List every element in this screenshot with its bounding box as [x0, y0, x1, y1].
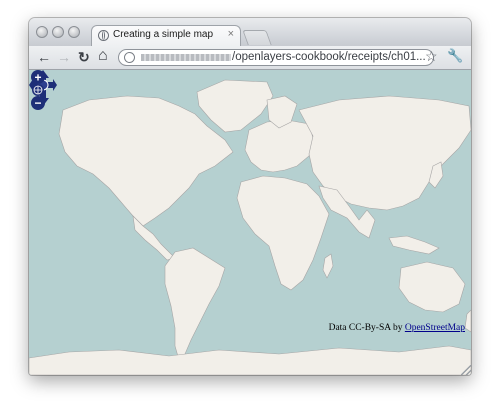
tab-title: Creating a simple map [113, 29, 214, 40]
wrench-icon[interactable]: 🔧 [447, 48, 463, 64]
url-text: /openlayers-cookbook/receipts/ch01... [232, 51, 426, 63]
madagascar [322, 253, 334, 279]
new-zealand [464, 309, 471, 333]
toolbar: ← → ↻ ⌂ /openlayers-cookbook/receipts/ch… [29, 46, 471, 70]
page-globe-icon [124, 52, 135, 63]
map-attribution: Data CC-By-SA by OpenStreetMap [329, 323, 465, 333]
zoom-window-button[interactable] [68, 26, 80, 38]
blurred-host [141, 54, 231, 61]
central-america [132, 215, 176, 261]
browser-window: Creating a simple map × ← → ↻ ⌂ /openlay… [29, 18, 471, 375]
map-viewport[interactable]: + − Data CC-By-SA by OpenStreetMap [29, 70, 471, 375]
tab-creating-a-simple-map[interactable]: Creating a simple map × [91, 25, 241, 46]
reload-icon[interactable]: ↻ [78, 50, 90, 64]
forward-icon[interactable]: → [57, 50, 71, 64]
indonesia [388, 235, 440, 255]
openstreetmap-link[interactable]: OpenStreetMap [405, 323, 465, 333]
antarctica [29, 345, 471, 375]
zoom-in-label: + [34, 71, 41, 85]
zoom-out-label: − [34, 96, 41, 110]
new-tab-button[interactable] [242, 30, 272, 45]
australia [398, 261, 466, 313]
south-america [164, 247, 226, 361]
africa [236, 175, 330, 291]
globe-icon [98, 30, 109, 41]
home-icon[interactable]: ⌂ [98, 48, 108, 64]
resize-grip[interactable] [461, 365, 471, 375]
tab-close-icon[interactable]: × [228, 28, 234, 40]
close-window-button[interactable] [36, 26, 48, 38]
bookmark-star-icon[interactable]: ☆ [425, 48, 438, 65]
attribution-text: Data CC-By-SA by [328, 323, 405, 333]
minimize-window-button[interactable] [52, 26, 64, 38]
zoom-control[interactable]: + − [29, 70, 47, 110]
address-bar[interactable]: /openlayers-cookbook/receipts/ch01... [118, 49, 434, 66]
back-icon[interactable]: ← [37, 50, 51, 64]
title-bar: Creating a simple map × [29, 18, 471, 46]
